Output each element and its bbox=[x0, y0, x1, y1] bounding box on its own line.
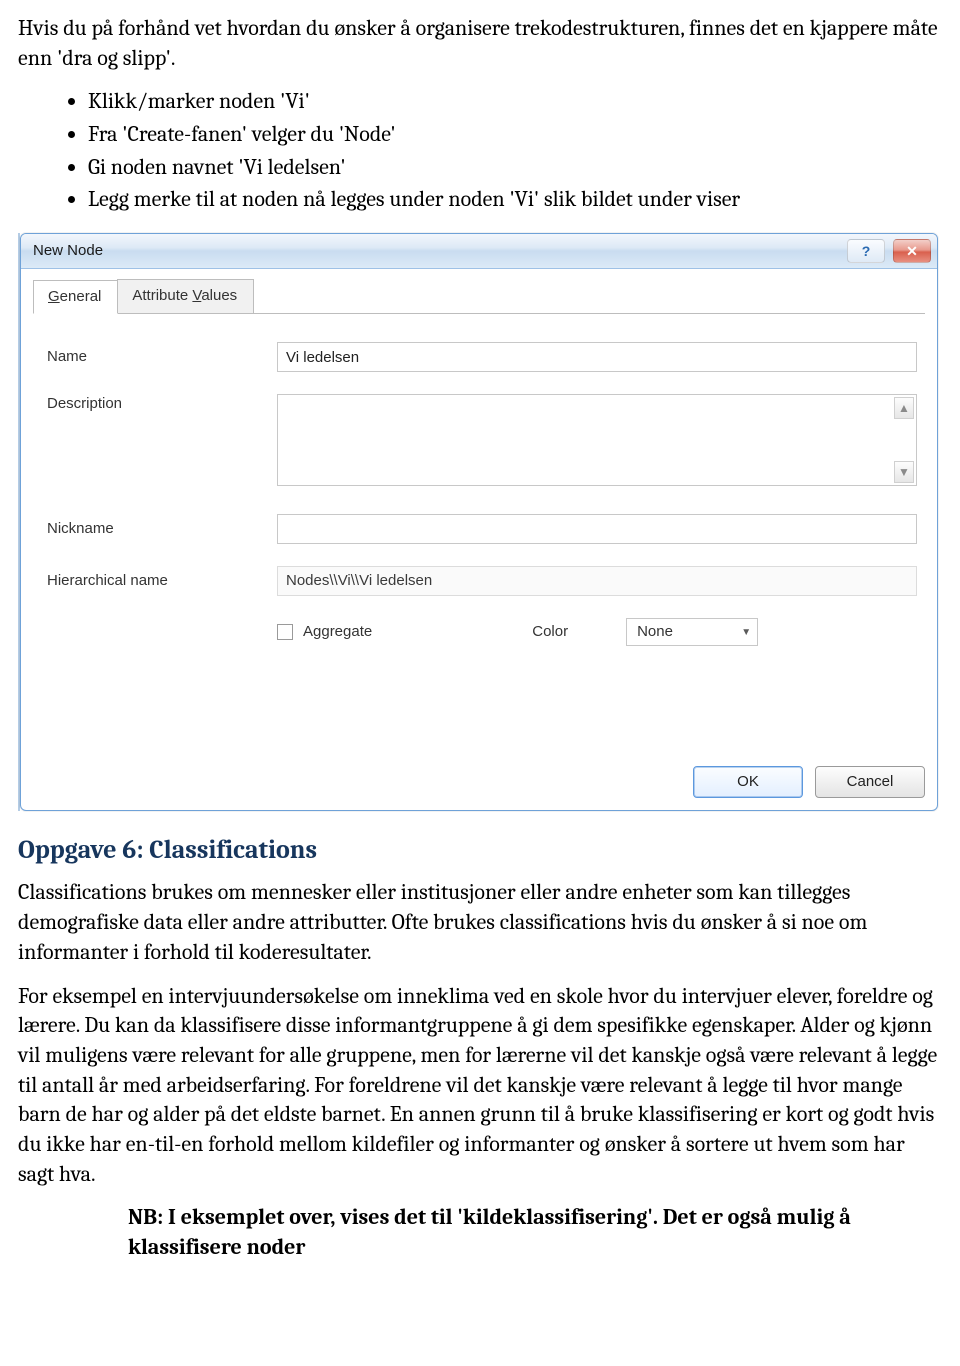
section6-note: NB: I eksemplet over, vises det til 'kil… bbox=[128, 1203, 942, 1262]
color-label: Color bbox=[532, 622, 568, 642]
section6-p1: Classifications brukes om mennesker elle… bbox=[18, 878, 942, 967]
description-label: Description bbox=[47, 394, 277, 414]
steps-list: Klikk/marker noden 'Vi' Fra 'Create-fane… bbox=[60, 87, 942, 215]
nickname-field[interactable] bbox=[277, 514, 917, 544]
step-item: Gi noden navnet 'Vi ledelsen' bbox=[88, 153, 942, 183]
hierarchical-name-label: Hierarchical name bbox=[47, 571, 277, 591]
dialog-title: New Node bbox=[33, 241, 103, 261]
scroll-up-icon[interactable]: ▲ bbox=[894, 397, 914, 419]
step-item: Legg merke til at noden nå legges under … bbox=[88, 185, 942, 215]
steps-block: Klikk/marker noden 'Vi' Fra 'Create-fane… bbox=[60, 87, 942, 215]
dialog-titlebar[interactable]: New Node ? ✕ bbox=[21, 234, 937, 269]
name-field[interactable] bbox=[277, 342, 917, 372]
scroll-down-icon[interactable]: ▼ bbox=[894, 461, 914, 483]
new-node-dialog: New Node ? ✕ General Attribute Values bbox=[20, 233, 938, 811]
step-item: Klikk/marker noden 'Vi' bbox=[88, 87, 942, 117]
color-dropdown[interactable]: None ▼ bbox=[626, 618, 758, 646]
color-dropdown-value: None bbox=[637, 622, 673, 642]
step-item: Fra 'Create-fanen' velger du 'Node' bbox=[88, 120, 942, 150]
help-icon: ? bbox=[862, 244, 871, 258]
cancel-button[interactable]: Cancel bbox=[815, 766, 925, 798]
tab-attr-mnemonic: V bbox=[192, 287, 201, 304]
description-field[interactable]: ▲ ▼ bbox=[277, 394, 917, 486]
tab-strip: General Attribute Values bbox=[33, 279, 925, 314]
tab-general-mnemonic: G bbox=[48, 288, 60, 305]
close-icon: ✕ bbox=[906, 244, 918, 258]
name-label: Name bbox=[47, 347, 277, 367]
tab-general[interactable]: General bbox=[33, 280, 118, 314]
section6-p2: For eksempel en intervjuundersøkelse om … bbox=[18, 982, 942, 1190]
aggregate-checkbox[interactable] bbox=[277, 624, 293, 640]
nickname-label: Nickname bbox=[47, 519, 277, 539]
help-button[interactable]: ? bbox=[847, 239, 885, 263]
ok-button[interactable]: OK bbox=[693, 766, 803, 798]
dialog-screenshot: New Node ? ✕ General Attribute Values bbox=[18, 233, 942, 811]
aggregate-label: Aggregate bbox=[303, 622, 372, 642]
tab-attr-pre: Attribute bbox=[132, 287, 192, 304]
tab-attribute-values[interactable]: Attribute Values bbox=[117, 279, 254, 313]
section6-heading: Oppgave 6: Classifications bbox=[18, 833, 942, 868]
chevron-down-icon: ▼ bbox=[741, 626, 751, 640]
tab-general-rest: eneral bbox=[60, 288, 102, 305]
hierarchical-name-value: Nodes\\Vi\\Vi ledelsen bbox=[277, 566, 917, 596]
tab-attr-rest: alues bbox=[201, 287, 237, 304]
close-button[interactable]: ✕ bbox=[893, 239, 931, 263]
intro-paragraph: Hvis du på forhånd vet hvordan du ønsker… bbox=[18, 14, 942, 73]
